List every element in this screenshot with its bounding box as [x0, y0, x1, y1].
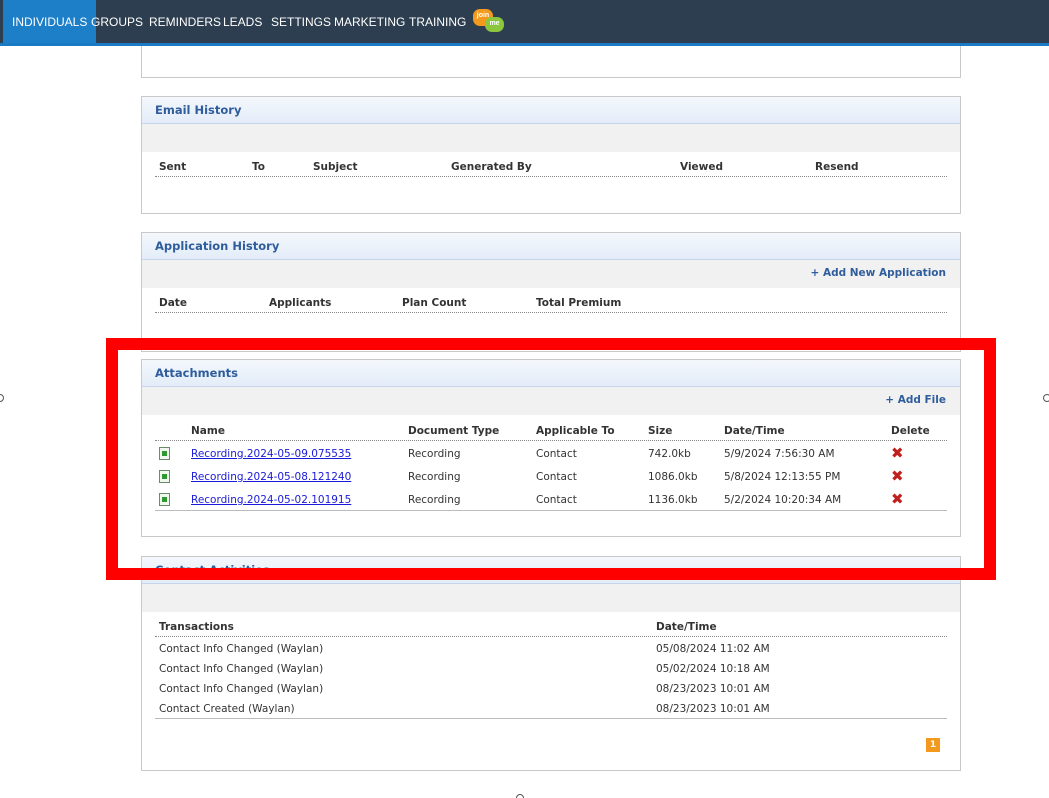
delete-icon[interactable]: ✖ — [891, 490, 904, 508]
col-plan-count: Plan Count — [402, 297, 467, 309]
file-icon[interactable] — [159, 470, 170, 483]
contact-activities-title: Contact Activities — [142, 557, 960, 584]
delete-icon[interactable]: ✖ — [891, 444, 904, 462]
activity-datetime: 05/08/2024 11:02 AM — [656, 643, 770, 655]
resize-handle-right[interactable] — [1043, 394, 1049, 402]
col-to: To — [252, 161, 265, 173]
col-delete: Delete — [891, 425, 930, 437]
activity-row: Contact Created (Waylan) 08/23/2023 10:0… — [155, 698, 947, 719]
attachment-size: 742.0kb — [648, 448, 691, 460]
resize-handle-bottom[interactable] — [516, 794, 524, 798]
contact-activities-panel: Contact Activities Transactions Date/Tim… — [141, 556, 961, 771]
application-history-panel: Application History + Add New Applicatio… — [141, 232, 961, 352]
attachment-size: 1136.0kb — [648, 494, 698, 506]
attachment-row: Recording.2024-05-08.121240 Recording Co… — [155, 466, 947, 488]
email-history-toolbar — [142, 124, 960, 152]
activity-datetime: 08/23/2023 10:01 AM — [656, 703, 770, 715]
col-total-premium: Total Premium — [536, 297, 622, 309]
application-history-title: Application History — [142, 233, 960, 260]
activity-row: Contact Info Changed (Waylan) 05/02/2024… — [155, 658, 947, 678]
attachments-title: Attachments — [142, 360, 960, 387]
add-new-application-link[interactable]: + Add New Application — [810, 267, 946, 279]
top-nav: INDIVIDUALS GROUPS REMINDERS LEADS SETTI… — [0, 0, 1049, 46]
add-file-link[interactable]: + Add File — [885, 394, 946, 406]
application-history-header: Date Applicants Plan Count Total Premium — [155, 295, 947, 313]
joinme-logo-icon[interactable]: join me — [473, 9, 505, 33]
col-generated-by: Generated By — [451, 161, 532, 173]
attachment-datetime: 5/2/2024 10:20:34 AM — [724, 494, 842, 506]
file-icon[interactable] — [159, 447, 170, 460]
col-transactions: Transactions — [159, 621, 234, 633]
attachment-link[interactable]: Recording.2024-05-09.075535 — [191, 448, 351, 460]
activity-transaction: Contact Info Changed (Waylan) — [159, 663, 324, 675]
col-activity-date-time: Date/Time — [656, 621, 717, 633]
col-document-type: Document Type — [408, 425, 500, 437]
col-applicants: Applicants — [269, 297, 332, 309]
application-history-toolbar: + Add New Application — [142, 260, 960, 288]
col-size: Size — [648, 425, 673, 437]
joinme-logo-bottom: me — [485, 17, 504, 32]
tab-training[interactable]: TRAINING — [400, 0, 475, 43]
attachment-row: Recording.2024-05-09.075535 Recording Co… — [155, 443, 947, 465]
activity-datetime: 05/02/2024 10:18 AM — [656, 663, 770, 675]
attachment-link[interactable]: Recording.2024-05-08.121240 — [191, 471, 351, 483]
email-history-header: Sent To Subject Generated By Viewed Rese… — [155, 159, 947, 177]
attachment-size: 1086.0kb — [648, 471, 698, 483]
col-date-time: Date/Time — [724, 425, 785, 437]
attachment-datetime: 5/9/2024 7:56:30 AM — [724, 448, 835, 460]
attachment-type: Recording — [408, 494, 461, 506]
col-applicable-to: Applicable To — [536, 425, 615, 437]
delete-icon[interactable]: ✖ — [891, 467, 904, 485]
col-viewed: Viewed — [680, 161, 723, 173]
attachment-applicable: Contact — [536, 448, 577, 460]
activity-transaction: Contact Created (Waylan) — [159, 703, 295, 715]
attachment-applicable: Contact — [536, 471, 577, 483]
resize-handle-left[interactable] — [0, 394, 4, 402]
contact-activities-header: Transactions Date/Time — [155, 619, 947, 637]
attachment-link[interactable]: Recording.2024-05-02.101915 — [191, 494, 351, 506]
attachment-applicable: Contact — [536, 494, 577, 506]
email-history-panel: Email History Sent To Subject Generated … — [141, 96, 961, 214]
attachment-datetime: 5/8/2024 12:13:55 PM — [724, 471, 841, 483]
email-history-title: Email History — [142, 97, 960, 124]
attachment-type: Recording — [408, 471, 461, 483]
col-name: Name — [191, 425, 225, 437]
previous-panel — [141, 46, 961, 78]
attachment-row: Recording.2024-05-02.101915 Recording Co… — [155, 489, 947, 511]
attachments-toolbar: + Add File — [142, 387, 960, 415]
attachment-type: Recording — [408, 448, 461, 460]
col-subject: Subject — [313, 161, 358, 173]
col-sent: Sent — [159, 161, 187, 173]
attachments-header: Name Document Type Applicable To Size Da… — [155, 423, 947, 441]
activity-transaction: Contact Info Changed (Waylan) — [159, 643, 324, 655]
activity-transaction: Contact Info Changed (Waylan) — [159, 683, 324, 695]
attachments-panel: Attachments + Add File Name Document Typ… — [141, 359, 961, 537]
activity-row: Contact Info Changed (Waylan) 05/08/2024… — [155, 638, 947, 658]
activity-row: Contact Info Changed (Waylan) 08/23/2023… — [155, 678, 947, 698]
contact-activities-toolbar — [142, 584, 960, 612]
pagination-page-button[interactable]: 1 — [926, 738, 940, 752]
col-date: Date — [159, 297, 187, 309]
activity-datetime: 08/23/2023 10:01 AM — [656, 683, 770, 695]
file-icon[interactable] — [159, 493, 170, 506]
col-resend: Resend — [815, 161, 859, 173]
